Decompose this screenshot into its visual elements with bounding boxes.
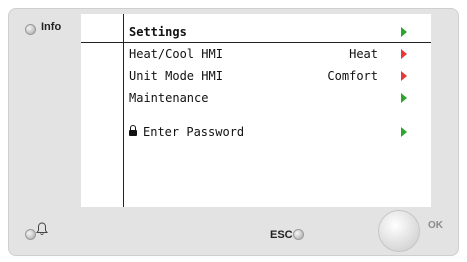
menu-item-label: Unit Mode HMI	[129, 69, 223, 83]
menu-item-unit-mode[interactable]: Unit Mode HMI Comfort	[124, 68, 431, 86]
menu-item-label: Enter Password	[143, 125, 245, 139]
info-led[interactable]	[25, 24, 36, 35]
menu-item-label: Maintenance	[129, 91, 209, 105]
ok-button[interactable]	[378, 210, 420, 252]
menu-item-label: Heat/Cool HMI	[129, 47, 223, 61]
alarm-led[interactable]	[25, 229, 36, 240]
menu-item-heat-cool[interactable]: Heat/Cool HMI Heat	[124, 46, 431, 64]
chevron-right-icon	[401, 127, 407, 137]
menu-item-maintenance[interactable]: Maintenance	[124, 90, 431, 108]
screen-title-row: Settings	[124, 24, 431, 42]
lock-icon	[129, 125, 137, 136]
bell-icon[interactable]	[36, 222, 48, 236]
chevron-right-icon	[401, 49, 407, 59]
password-item: Enter Password	[129, 125, 244, 139]
esc-button[interactable]	[293, 229, 304, 240]
esc-button-label: ESC	[270, 229, 293, 241]
display-screen: Settings Heat/Cool HMI Heat Unit Mode HM…	[81, 14, 431, 207]
chevron-right-icon	[401, 27, 407, 37]
menu-item-value: Comfort	[327, 69, 378, 83]
title-underline	[81, 42, 431, 43]
screen-title: Settings	[129, 25, 187, 39]
info-label: Info	[41, 21, 62, 33]
menu-item-enter-password[interactable]: Enter Password	[124, 124, 431, 142]
ok-label: OK	[428, 220, 443, 231]
chevron-right-icon	[401, 93, 407, 103]
chevron-right-icon	[401, 71, 407, 81]
menu-item-value: Heat	[349, 47, 378, 61]
